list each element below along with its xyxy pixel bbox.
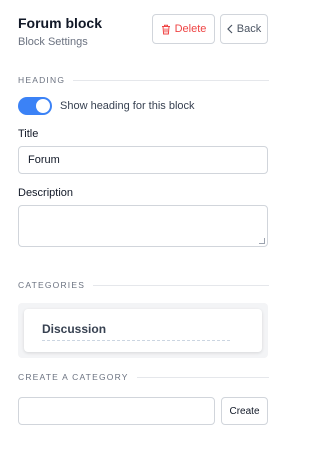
title-input[interactable] <box>18 146 268 174</box>
description-wrapper <box>18 205 268 247</box>
create-category-button[interactable]: Create <box>221 397 268 425</box>
category-item[interactable]: Discussion <box>24 309 262 352</box>
show-heading-toggle[interactable] <box>18 97 52 115</box>
back-button[interactable]: Back <box>220 14 268 44</box>
chevron-left-icon <box>226 24 233 34</box>
delete-button[interactable]: Delete <box>152 14 215 44</box>
trash-icon <box>161 24 171 35</box>
show-heading-row: Show heading for this block <box>18 97 195 115</box>
back-label: Back <box>236 23 262 35</box>
page-subtitle: Block Settings <box>18 36 88 48</box>
resize-handle-icon[interactable] <box>259 238 265 244</box>
new-category-input[interactable] <box>18 397 215 425</box>
description-label: Description <box>18 187 74 199</box>
heading-section-label: HEADING <box>18 75 269 85</box>
title-label: Title <box>18 128 39 140</box>
create-category-section-label: CREATE A CATEGORY <box>18 372 269 382</box>
categories-section-label: CATEGORIES <box>18 280 269 290</box>
delete-label: Delete <box>174 23 207 35</box>
description-textarea[interactable] <box>18 205 268 247</box>
show-heading-label: Show heading for this block <box>60 100 195 112</box>
block-header: Forum block Block Settings Delete Back <box>18 14 269 54</box>
categories-list: Discussion <box>18 303 268 358</box>
page-title: Forum block <box>18 15 103 31</box>
category-name[interactable]: Discussion <box>42 322 230 341</box>
